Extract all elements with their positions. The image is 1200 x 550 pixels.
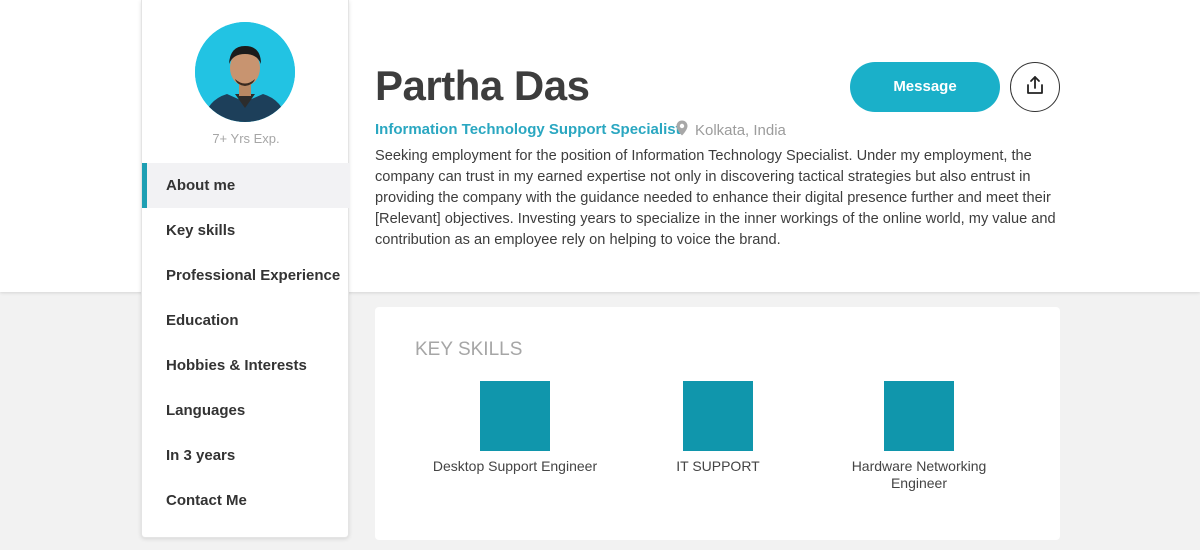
profile-summary: Seeking employment for the position of I… [375, 148, 1056, 248]
skill-label: Desktop Support Engineer [432, 458, 598, 474]
skill-item: Hardware Networking Engineer [829, 381, 1009, 492]
location-text: Kolkata, India [695, 122, 786, 139]
skill-tile [480, 381, 550, 451]
profile-role: Information Technology Support Specialis… [375, 121, 681, 138]
sidebar-item-about-me[interactable]: About me [142, 163, 350, 208]
message-button[interactable]: Message [850, 62, 1000, 112]
sidebar-item-key-skills[interactable]: Key skills [142, 208, 350, 253]
sidebar-nav: About me Key skills Professional Experie… [142, 163, 350, 523]
map-pin-icon [676, 120, 688, 141]
skill-label: Hardware Networking Engineer [851, 458, 987, 491]
avatar[interactable] [195, 22, 295, 122]
experience-label: 7+ Yrs Exp. [212, 131, 280, 146]
share-button[interactable] [1010, 62, 1060, 112]
sidebar-item-in-3-years[interactable]: In 3 years [142, 433, 350, 478]
skill-item: IT SUPPORT [628, 381, 808, 475]
sidebar-item-hobbies-interests[interactable]: Hobbies & Interests [142, 343, 350, 388]
sidebar-item-contact-me[interactable]: Contact Me [142, 478, 350, 523]
skill-item: Desktop Support Engineer [425, 381, 605, 475]
share-icon [1025, 75, 1045, 100]
sidebar-item-education[interactable]: Education [142, 298, 350, 343]
profile-location: Kolkata, India [676, 120, 786, 141]
key-skills-card: KEY SKILLS Desktop Support Engineer IT S… [375, 307, 1060, 540]
sidebar-item-languages[interactable]: Languages [142, 388, 350, 433]
skill-label: IT SUPPORT [676, 458, 760, 474]
profile-sidebar: 7+ Yrs Exp. About me Key skills Professi… [141, 0, 350, 538]
skill-tile [884, 381, 954, 451]
skill-tile [683, 381, 753, 451]
sidebar-item-professional-experience[interactable]: Professional Experience [142, 253, 350, 298]
profile-name: Partha Das [375, 62, 590, 109]
key-skills-title: KEY SKILLS [415, 339, 523, 360]
